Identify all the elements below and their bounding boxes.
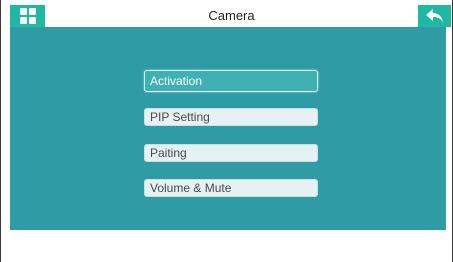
menu-item-paiting[interactable]: Paiting — [144, 144, 318, 162]
page-title: Camera — [208, 8, 255, 23]
menu-item-activation[interactable]: Activation — [144, 70, 318, 92]
grid-menu-icon — [19, 8, 36, 24]
back-button[interactable] — [418, 5, 451, 27]
menu-item-volume-mute[interactable]: Volume & Mute — [144, 179, 318, 197]
bottom-bar — [10, 230, 446, 262]
home-menu-button[interactable] — [10, 5, 45, 27]
camera-settings-screen: Camera Activation PIP Setting Paiting Vo… — [0, 0, 453, 262]
menu-item-pip-setting[interactable]: PIP Setting — [144, 108, 318, 126]
settings-panel — [10, 27, 446, 230]
back-arrow-icon — [425, 9, 443, 22]
